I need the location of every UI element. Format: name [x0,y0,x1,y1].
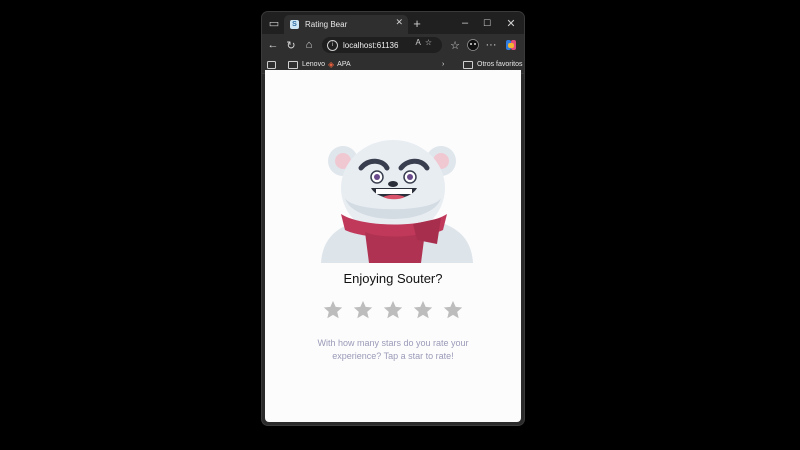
folder-icon [288,60,298,69]
star-3-icon[interactable] [382,299,404,321]
folder-icon [463,60,473,69]
url-text: localhost:61136 [343,40,399,50]
refresh-icon[interactable]: ↻ [282,34,300,56]
star-5-icon[interactable] [442,299,464,321]
star-rating [265,299,521,321]
tab-favicon-icon: S [290,20,299,29]
minimize-icon[interactable]: – [456,12,474,34]
page-content: Enjoying Souter? With how many stars do … [265,70,521,422]
url-input[interactable]: i localhost:61136 A☆ [322,37,442,53]
more-options-icon[interactable]: ··· [482,34,500,56]
star-2-icon[interactable] [352,299,374,321]
tab-actions-icon[interactable]: ▭ [266,12,282,34]
back-icon[interactable]: ← [264,34,282,56]
address-bar: ← ↻ ⌂ i localhost:61136 A☆ ☆ ··· [262,34,524,56]
maximize-icon[interactable]: ☐ [478,12,496,34]
page-title: Enjoying Souter? [343,271,443,286]
close-tab-icon[interactable]: ✕ [395,17,403,28]
info-icon[interactable]: i [327,39,338,51]
star-4-icon[interactable] [412,299,434,321]
profile-icon[interactable] [464,34,482,56]
browser-tab[interactable]: S Rating Bear ✕ [284,15,408,34]
new-tab-icon[interactable]: + [410,12,424,34]
copilot-icon[interactable] [502,34,520,56]
tab-title: Rating Bear [305,20,348,29]
home-icon[interactable]: ⌂ [300,34,318,56]
close-window-icon[interactable]: ✕ [502,12,520,34]
title-bar: ▭ S Rating Bear ✕ + – ☐ ✕ [262,12,524,34]
browser-window: ▭ S Rating Bear ✕ + – ☐ ✕ ← ↻ ⌂ i localh… [262,12,524,425]
star-1-icon[interactable] [322,299,344,321]
favorites-icon[interactable]: ☆ [446,34,464,56]
apa-icon: ◈ [328,60,335,69]
bear-illustration [321,140,473,263]
rating-hint: With how many stars do you rate your exp… [317,338,469,361]
read-aloud-favorite-icons[interactable]: A☆ [415,38,436,47]
